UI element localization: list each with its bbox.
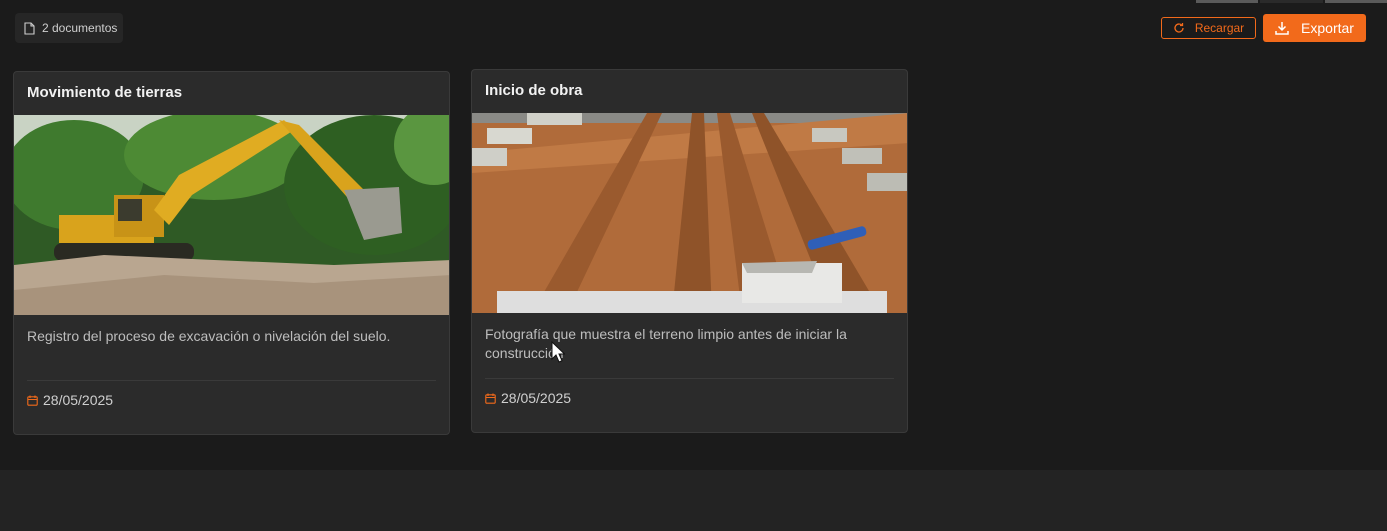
download-icon [1275,22,1289,35]
document-icon [24,21,35,35]
document-card[interactable]: Movimiento de tierras Registro del proce… [13,71,450,435]
reload-button[interactable]: Recargar [1161,17,1256,39]
refresh-icon [1174,23,1184,33]
document-card[interactable]: Inicio de obra Fotografía que muestra el… [471,69,908,433]
page: 2 documentos Recargar Exportar Movimient… [0,0,1387,531]
mouse-cursor-icon [551,341,565,363]
calendar-icon [27,395,38,406]
document-count-chip: 2 documentos [15,13,123,43]
export-button[interactable]: Exportar [1263,14,1366,42]
card-date-label: 28/05/2025 [43,392,114,408]
card-date: 28/05/2025 [472,379,907,406]
card-title: Movimiento de tierras [27,84,183,101]
export-label: Exportar [1301,20,1354,36]
cleared-terrain-photo [472,113,907,313]
card-title: Inicio de obra [485,82,583,99]
card-description: Registro del proceso de excavación o niv… [27,328,391,344]
top-thumbnail-strip [1196,0,1387,3]
excavator-photo [14,115,449,315]
card-date-label: 28/05/2025 [501,390,572,406]
reload-label: Recargar [1194,21,1245,35]
calendar-icon [485,393,496,404]
card-date: 28/05/2025 [14,381,449,408]
document-count-label: 2 documentos [42,21,118,35]
bottom-band [0,470,1387,531]
card-description: Fotografía que muestra el terreno limpio… [485,326,847,361]
